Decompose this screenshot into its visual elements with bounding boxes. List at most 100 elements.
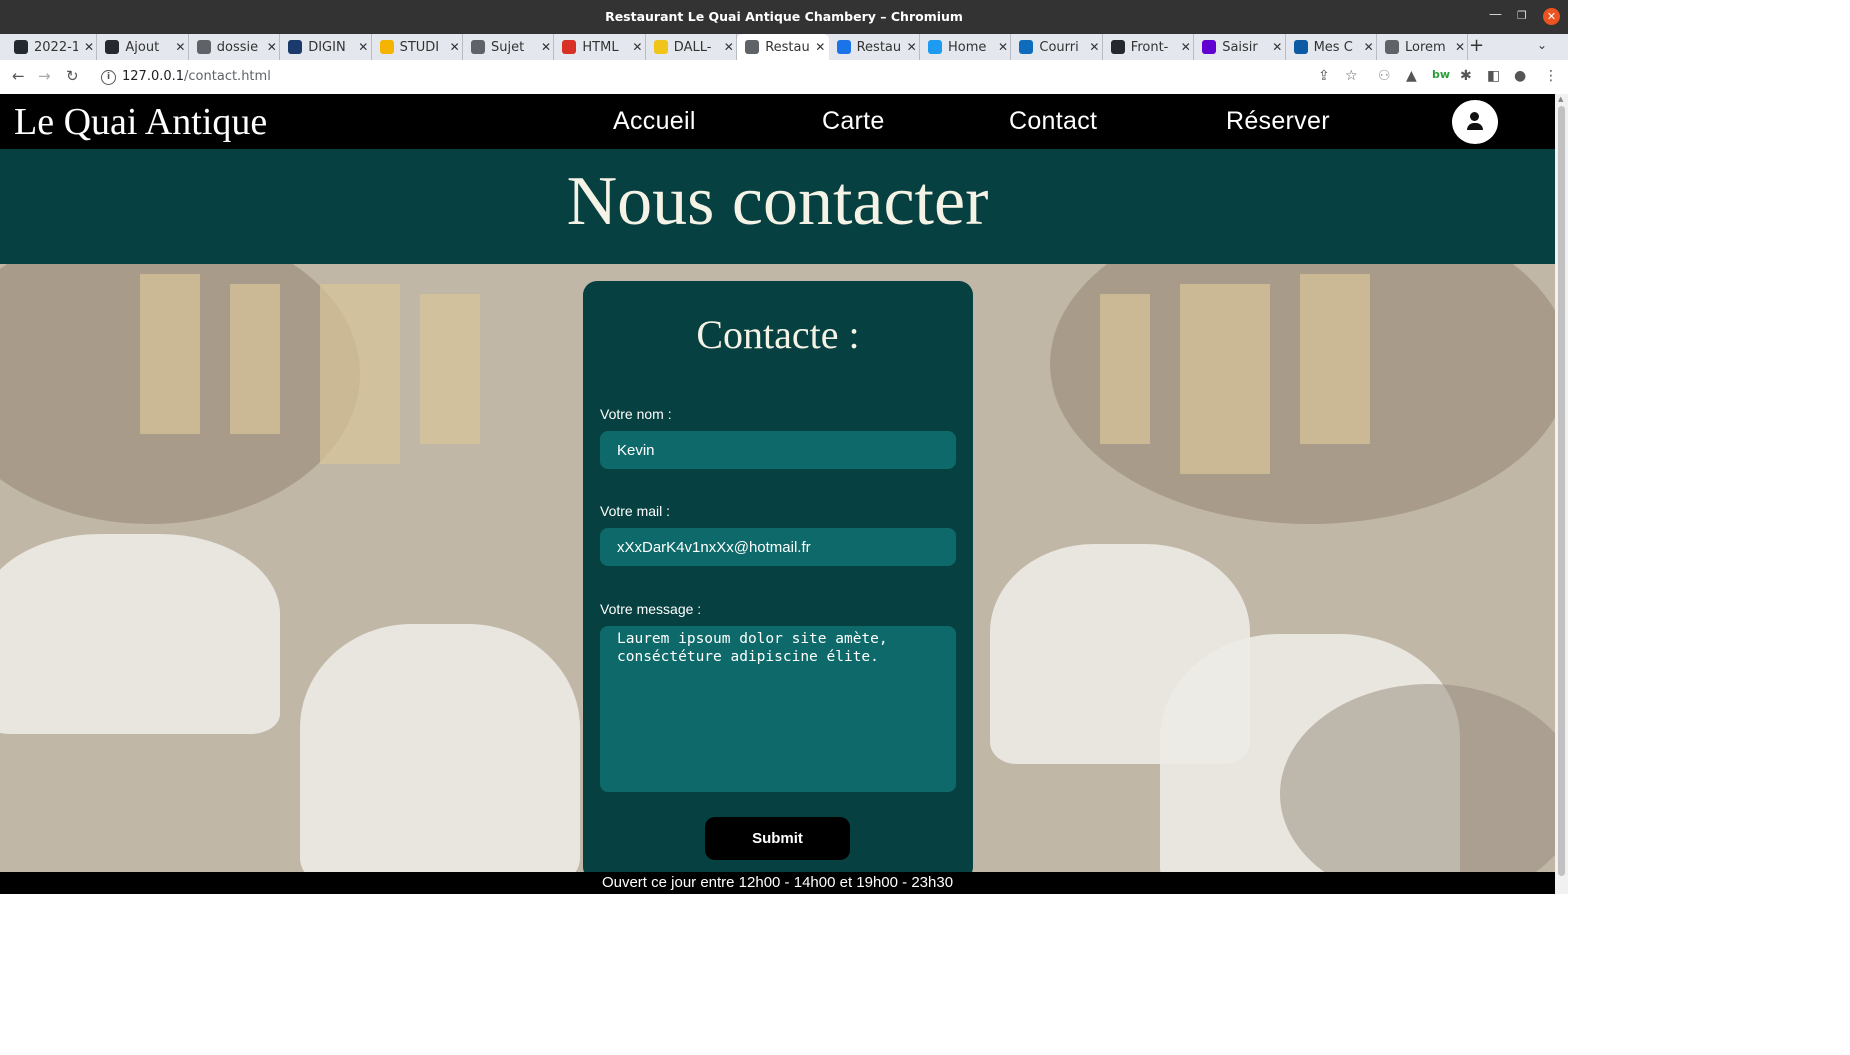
email-input[interactable] [600, 528, 956, 566]
url-path: /contact.html [184, 69, 271, 84]
form-title: Contacte : [696, 312, 860, 357]
window-titlebar: Restaurant Le Quai Antique Chambery – Ch… [0, 0, 1568, 34]
reload-icon[interactable]: ↻ [66, 67, 79, 85]
browser-tab[interactable]: DIGIN ✕ [280, 34, 372, 60]
github-icon [14, 40, 28, 54]
tab-label: Mes C [1313, 39, 1353, 55]
tab-label: Saisir [1222, 39, 1258, 55]
scroll-up-icon[interactable]: ▲ [1558, 95, 1563, 103]
tab-strip: 2022-1 ✕ Ajout ✕ dossie ✕ DIGIN ✕ STUDI ✕ Sujet ✕ HT… [0, 34, 1568, 60]
address-bar[interactable]: 127.0.0.1/contact.html [122, 69, 271, 84]
message-textarea[interactable]: Laurem ipsoum dolor site amète, consécté… [600, 626, 956, 792]
name-input[interactable] [600, 431, 956, 469]
mail-label: Votre mail : [600, 503, 671, 519]
github-icon [1110, 40, 1125, 54]
browser-tab[interactable]: dossie ✕ [189, 34, 281, 60]
tab-close-icon[interactable]: ✕ [541, 40, 551, 54]
profile-icon[interactable]: ● [1514, 68, 1526, 84]
twitter-icon [928, 40, 942, 54]
nav-link-reserver[interactable]: Réserver [1226, 107, 1330, 136]
tab-close-icon[interactable]: ✕ [450, 40, 460, 54]
tab-label: DIGIN [308, 39, 346, 55]
url-host: 127.0.0.1 [122, 69, 185, 84]
window-title: Restaurant Le Quai Antique Chambery – Ch… [605, 9, 963, 24]
page-scrollbar[interactable]: ▲ [1555, 94, 1568, 894]
browser-tab[interactable]: HTML ✕ [554, 34, 646, 60]
site-info-icon[interactable]: i [101, 70, 116, 85]
browser-toolbar: ← → ↻ i 127.0.0.1/contact.html ⇪ ☆ ⚇ ▲ b… [0, 60, 1568, 95]
page-title: Nous contacter [566, 163, 989, 240]
tab-close-icon[interactable]: ✕ [84, 40, 94, 54]
name-label: Votre nom : [600, 406, 672, 422]
browser-tab[interactable]: 2022-1 ✕ [6, 34, 98, 60]
more-menu-icon[interactable]: ⋮ [1544, 68, 1558, 84]
tab-label: 2022-1 [34, 39, 78, 55]
tab-close-icon[interactable]: ✕ [1272, 40, 1282, 54]
bookmark-star-icon[interactable]: ☆ [1345, 68, 1358, 84]
tab-close-icon[interactable]: ✕ [907, 40, 917, 54]
opening-hours-footer: Ouvert ce jour entre 12h00 - 14h00 et 19… [0, 872, 1555, 894]
opera-icon [562, 40, 577, 54]
tab-label: Sujet [491, 39, 525, 55]
tab-close-icon[interactable]: ✕ [1455, 40, 1465, 54]
tab-close-icon[interactable]: ✕ [1364, 40, 1374, 54]
nav-link-accueil[interactable]: Accueil [613, 107, 696, 136]
outlook-icon [1019, 40, 1034, 54]
side-panel-icon[interactable]: ◧ [1487, 68, 1500, 84]
nav-link-contact[interactable]: Contact [1009, 107, 1097, 136]
tab-label: Restau [856, 39, 901, 55]
back-arrow-icon[interactable]: ← [12, 67, 25, 85]
extensions-puzzle-icon[interactable]: ✱ [1460, 68, 1472, 84]
tab-close-icon[interactable]: ✕ [358, 40, 368, 54]
tab-close-icon[interactable]: ✕ [267, 40, 277, 54]
browser-tab[interactable]: STUDI ✕ [372, 34, 463, 60]
browser-tab[interactable]: Front- ✕ [1103, 34, 1195, 60]
user-account-button[interactable] [1452, 100, 1498, 144]
edge-icon [1293, 40, 1308, 54]
github-icon [105, 40, 120, 54]
globe-icon [196, 40, 211, 54]
tab-close-icon[interactable]: ✕ [815, 40, 825, 54]
tab-label: Ajout [125, 39, 160, 55]
tab-label: DALL- [673, 39, 712, 55]
browser-tab[interactable]: Ajout ✕ [97, 34, 189, 60]
tab-close-icon[interactable]: ✕ [1089, 40, 1099, 54]
browser-tab[interactable]: Sujet ✕ [463, 34, 555, 60]
extension-bw-icon[interactable]: bw [1432, 68, 1450, 81]
forward-arrow-icon[interactable]: → [38, 67, 51, 85]
tab-close-icon[interactable]: ✕ [175, 40, 185, 54]
tab-close-icon[interactable]: ✕ [1181, 40, 1191, 54]
minimize-icon[interactable]: — [1489, 7, 1502, 22]
share-icon[interactable]: ⇪ [1318, 68, 1330, 84]
browser-tab[interactable]: Restau ✕ [737, 34, 829, 60]
browser-tab[interactable]: Lorem ✕ [1377, 34, 1469, 60]
extension-bird-icon[interactable]: ▲ [1406, 68, 1417, 84]
new-tab-icon[interactable]: + [1469, 35, 1484, 56]
extension-icon[interactable]: ⚇ [1378, 68, 1391, 84]
tab-close-icon[interactable]: ✕ [632, 40, 642, 54]
digin-icon [288, 40, 303, 54]
tab-close-icon[interactable]: ✕ [998, 40, 1008, 54]
hero-banner: Nous contacter [0, 149, 1555, 264]
tab-search-chevron-icon[interactable]: ⌄ [1537, 38, 1547, 52]
tab-close-icon[interactable]: ✕ [724, 40, 734, 54]
web-page: Le Quai Antique Accueil Carte Contact Ré… [0, 94, 1555, 894]
page-icon [836, 40, 851, 54]
browser-tab[interactable]: Courri ✕ [1011, 34, 1103, 60]
tab-label: Courri [1039, 39, 1079, 55]
maximize-icon[interactable]: ❐ [1517, 9, 1527, 22]
site-navbar: Le Quai Antique Accueil Carte Contact Ré… [0, 94, 1555, 149]
tab-label: STUDI [399, 39, 440, 55]
browser-tab[interactable]: Saisir ✕ [1194, 34, 1286, 60]
scrollbar-thumb[interactable] [1558, 106, 1565, 876]
close-window-icon[interactable]: ✕ [1543, 8, 1560, 25]
browser-tab[interactable]: DALL- ✕ [646, 34, 738, 60]
site-logo[interactable]: Le Quai Antique [14, 100, 267, 144]
submit-button[interactable]: Submit [705, 817, 850, 860]
message-label: Votre message : [600, 601, 702, 617]
nav-link-carte[interactable]: Carte [822, 107, 885, 136]
browser-tab[interactable]: Restau ✕ [829, 34, 920, 60]
browser-tab[interactable]: Home ✕ [920, 34, 1012, 60]
browser-tab[interactable]: Mes C ✕ [1286, 34, 1377, 60]
tab-label: dossie [216, 39, 259, 55]
